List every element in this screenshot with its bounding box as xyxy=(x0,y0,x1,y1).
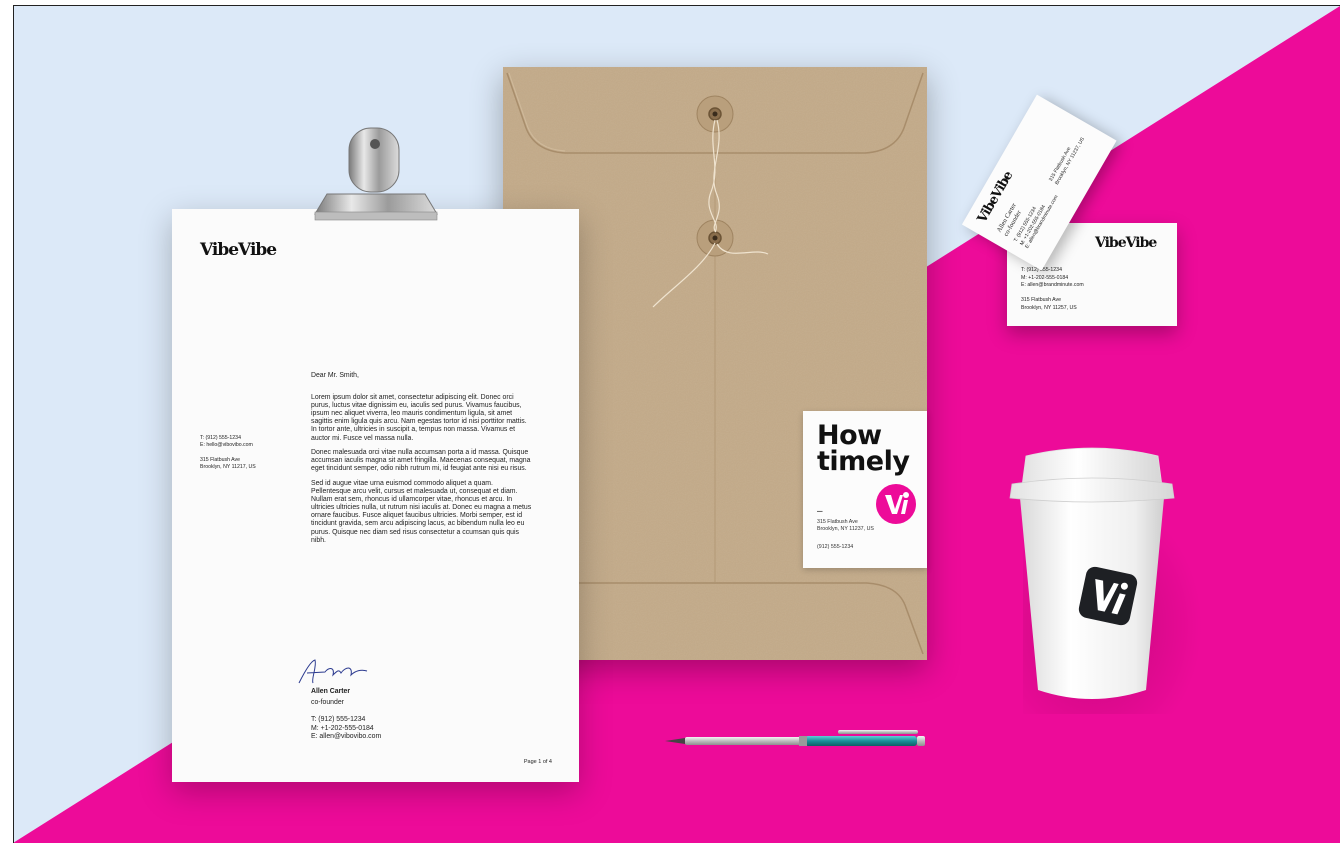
letter-paragraph: Lorem ipsum dolor sit amet, consectetur … xyxy=(311,394,527,442)
sticker-title: How timely xyxy=(817,422,910,477)
letter-paragraph: Donec malesuada orci vitae nulla accumsa… xyxy=(311,449,531,473)
binder-clip xyxy=(314,127,438,221)
letter-paragraph: Sed id augue vitae urna euismod commodo … xyxy=(311,479,532,544)
cup-vi-logo-icon xyxy=(1078,566,1138,626)
letterhead-logo: VibeVibe xyxy=(200,240,277,260)
card-back-address: 315 Flatbush Ave Brooklyn, NY 11257, US xyxy=(1021,297,1077,312)
letter-signature-block: Allen Carter co-founder T: (912) 555-123… xyxy=(298,657,461,741)
letter-body: Dear Mr. Smith, Lorem ipsum dolor sit am… xyxy=(311,372,533,551)
signer-contact-line: M: +1-202-555-0184 xyxy=(311,724,374,732)
sticker-address-line: 315 Flatbush Ave xyxy=(817,519,858,525)
card-address-line: Brooklyn, NY 11257, US xyxy=(1021,304,1077,311)
letterhead-contact: T: (912) 555-1234 E: hello@vibovibo.com … xyxy=(200,435,290,471)
sticker-phone: (912) 555-1234 xyxy=(817,544,854,550)
card-front-address: 315 Flatbush Ave Brooklyn, NY 11237, US xyxy=(1048,133,1086,186)
contact-line: T: (912) 555-1234 xyxy=(200,435,241,441)
sticker-dash: – xyxy=(817,506,823,517)
letter-greeting: Dear Mr. Smith, xyxy=(311,372,359,379)
vi-logo-icon xyxy=(876,484,916,524)
coffee-cup xyxy=(1009,447,1175,699)
card-back-logo: VibeVibe xyxy=(1095,235,1157,251)
pen xyxy=(665,730,925,746)
card-address-line: 315 Flatbush Ave xyxy=(1021,297,1061,303)
how-timely-sticker: How timely – 315 Flatbush Ave Brooklyn, … xyxy=(803,411,927,568)
page-number: Page 1 of 4 xyxy=(523,759,552,765)
signer-name: Allen Carter xyxy=(311,688,351,695)
sticker-address-line: Brooklyn, NY 11237, US xyxy=(817,526,874,532)
address-line: 315 Flatbush Ave xyxy=(200,457,240,463)
sticker-address: 315 Flatbush Ave Brooklyn, NY 11237, US xyxy=(817,519,874,533)
signature-image xyxy=(298,659,368,684)
address-line: Brooklyn, NY 11217, US xyxy=(200,464,256,470)
letterhead: VibeVibe T: (912) 555-1234 E: hello@vibo… xyxy=(172,209,579,782)
card-contact-line: E: allen@brandminute.com xyxy=(1021,282,1084,289)
sticker-title-line-2: timely xyxy=(817,446,910,477)
contact-line: E: hello@vibovibo.com xyxy=(200,442,253,448)
signer-title: co-founder xyxy=(311,699,344,707)
stationery-scene: How timely – 315 Flatbush Ave Brooklyn, … xyxy=(13,6,1340,843)
signer-contact-line: E: allen@vibovibo.com xyxy=(311,732,382,740)
card-contact-line: T: (912) 555-1234 xyxy=(1021,267,1084,275)
signer-contact-line: T: (912) 555-1234 xyxy=(311,716,366,724)
card-back-contact: T: (912) 555-1234 M: +1-202-555-0184 E: … xyxy=(1021,267,1084,290)
card-contact-line: M: +1-202-555-0184 xyxy=(1021,274,1069,281)
